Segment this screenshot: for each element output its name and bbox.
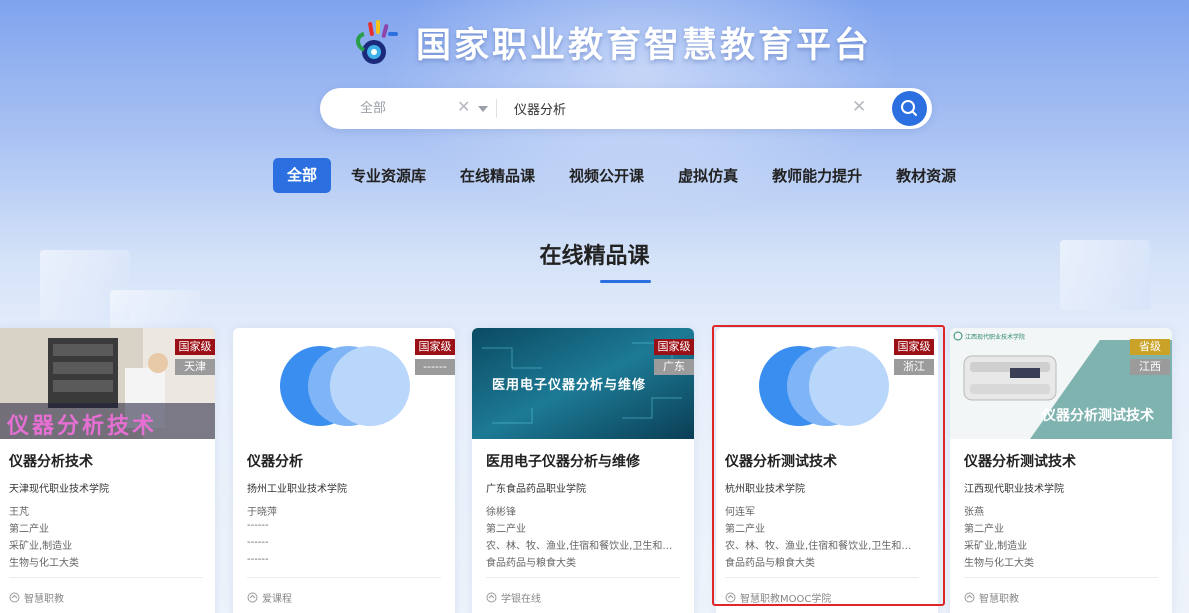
platform-name: 学银在线 (501, 594, 541, 605)
search-divider (496, 99, 497, 118)
course-title[interactable]: 仪器分析技术 (9, 451, 93, 471)
tab-virtual-simulation[interactable]: 虚拟仿真 (678, 165, 738, 186)
level-badge: 国家级 (415, 339, 455, 355)
level-badge: 国家级 (654, 339, 694, 355)
course-category: 食品药品与粮食大类 (486, 558, 576, 569)
section-underline (600, 280, 651, 283)
course-school[interactable]: 扬州工业职业技术学院 (247, 480, 347, 495)
course-cover[interactable]: 仪器分析技术 国家级 天津 (0, 328, 215, 439)
course-sector: 采矿业,制造业 (964, 541, 1028, 552)
tab-resource-library[interactable]: 专业资源库 (351, 165, 426, 186)
course-card[interactable]: 医用电子仪器分析与维修 国家级 广东 医用电子仪器分析与维修 广东食品药品职业学… (472, 328, 694, 613)
platform-name: 智慧职教MOOC学院 (740, 594, 832, 605)
course-cover[interactable]: 医用电子仪器分析与维修 国家级 广东 (472, 328, 694, 439)
region-badge: ------ (415, 359, 455, 375)
course-sector: 农、林、牧、渔业,住宿和餐饮业,卫生和… (725, 541, 912, 552)
course-cover[interactable]: 国家级 浙江 (716, 328, 938, 439)
course-teacher: 于晓萍 (247, 507, 277, 518)
region-badge: 浙江 (894, 359, 934, 375)
resource-tabs: 全部 专业资源库 在线精品课 视频公开课 虚拟仿真 教师能力提升 教材资源 (273, 158, 990, 193)
tab-open-videos[interactable]: 视频公开课 (569, 165, 644, 186)
cover-text: 仪器分析技术 (7, 413, 158, 439)
course-cover[interactable]: 江西现代职业技术学院 仪器分析测试技术 省级 江西 (950, 328, 1172, 439)
course-platform: 智慧职教MOOC学院 (725, 590, 831, 605)
course-category: 生物与化工大类 (964, 558, 1034, 569)
course-school[interactable]: 广东食品药品职业学院 (486, 480, 586, 495)
search-icon (901, 100, 917, 116)
site-header: 国家职业教育智慧教育平台 (352, 14, 912, 70)
search-input[interactable] (514, 88, 814, 129)
region-badge: 广东 (654, 359, 694, 375)
course-card[interactable]: 国家级 ------ 仪器分析 扬州工业职业技术学院 于晓萍 ------ --… (233, 328, 455, 613)
card-divider (247, 577, 441, 578)
course-category: ------ (247, 554, 269, 565)
tab-all[interactable]: 全部 (273, 158, 332, 193)
course-platform: 智慧职教 (9, 590, 64, 605)
course-teacher: 王芃 (9, 507, 29, 518)
course-teacher: 张燕 (964, 507, 984, 518)
course-industry: 第二产业 (964, 524, 1004, 535)
cloud-icon (725, 592, 736, 603)
course-industry: 第二产业 (9, 524, 49, 535)
platform-name: 智慧职教 (24, 594, 64, 605)
course-title[interactable]: 仪器分析 (247, 451, 303, 471)
cover-header-text: 江西现代职业技术学院 (965, 334, 1026, 341)
course-sector: 农、林、牧、渔业,住宿和餐饮业,卫生和… (486, 541, 673, 552)
cloud-icon (964, 592, 975, 603)
tab-textbooks[interactable]: 教材资源 (896, 165, 956, 186)
level-badge: 国家级 (894, 339, 934, 355)
course-teacher: 徐彬锋 (486, 507, 516, 518)
tab-quality-courses[interactable]: 在线精品课 (460, 165, 535, 186)
course-title[interactable]: 仪器分析测试技术 (725, 451, 837, 471)
course-title[interactable]: 医用电子仪器分析与维修 (486, 451, 640, 471)
tab-teacher-development[interactable]: 教师能力提升 (772, 165, 862, 186)
course-industry: 第二产业 (486, 524, 526, 535)
course-industry: ------ (247, 520, 269, 531)
platform-logo-icon[interactable] (352, 16, 404, 68)
search-button[interactable] (892, 91, 927, 126)
cloud-icon (486, 592, 497, 603)
scope-clear-icon[interactable]: ✕ (457, 97, 470, 116)
course-platform: 学银在线 (486, 590, 541, 605)
course-industry: 第二产业 (725, 524, 765, 535)
card-divider (486, 577, 680, 578)
region-badge: 江西 (1130, 359, 1170, 375)
platform-name: 智慧职教 (979, 594, 1019, 605)
course-category: 生物与化工大类 (9, 558, 79, 569)
course-sector: 采矿业,制造业 (9, 541, 73, 552)
course-card[interactable]: 江西现代职业技术学院 仪器分析测试技术 省级 江西 仪器分析测试技术 江西现代职… (950, 328, 1172, 613)
course-card[interactable]: 仪器分析技术 国家级 天津 仪器分析技术 天津现代职业技术学院 王芃 第二产业 … (0, 328, 215, 613)
course-platform: 智慧职教 (964, 590, 1019, 605)
region-badge: 天津 (175, 359, 215, 375)
page-title: 国家职业教育智慧教育平台 (416, 25, 873, 66)
level-badge: 省级 (1130, 339, 1170, 355)
search-bar: 全部 ✕ ✕ (320, 88, 932, 129)
course-platform: 爱课程 (247, 590, 292, 605)
platform-name: 爱课程 (262, 594, 292, 605)
level-badge: 国家级 (175, 339, 215, 355)
course-category: 食品药品与粮食大类 (725, 558, 815, 569)
section-title: 在线精品课 (539, 244, 650, 269)
cover-text: 仪器分析测试技术 (1042, 408, 1154, 424)
cover-text: 医用电子仪器分析与维修 (492, 378, 647, 393)
chevron-down-icon[interactable] (478, 106, 488, 112)
course-school[interactable]: 天津现代职业技术学院 (9, 480, 109, 495)
course-cover[interactable]: 国家级 ------ (233, 328, 455, 439)
search-scope-select[interactable]: 全部 (360, 88, 386, 129)
course-card[interactable]: 国家级 浙江 仪器分析测试技术 杭州职业技术学院 何连军 第二产业 农、林、牧、… (716, 328, 938, 613)
course-sector: ------ (247, 537, 269, 548)
card-divider (725, 577, 919, 578)
course-title[interactable]: 仪器分析测试技术 (964, 451, 1076, 471)
cloud-icon (247, 592, 258, 603)
course-school[interactable]: 杭州职业技术学院 (725, 480, 805, 495)
card-divider (9, 577, 203, 578)
cloud-icon (9, 592, 20, 603)
course-teacher: 何连军 (725, 507, 755, 518)
course-school[interactable]: 江西现代职业技术学院 (964, 480, 1064, 495)
clear-search-icon[interactable]: ✕ (852, 97, 866, 117)
card-divider (964, 577, 1158, 578)
